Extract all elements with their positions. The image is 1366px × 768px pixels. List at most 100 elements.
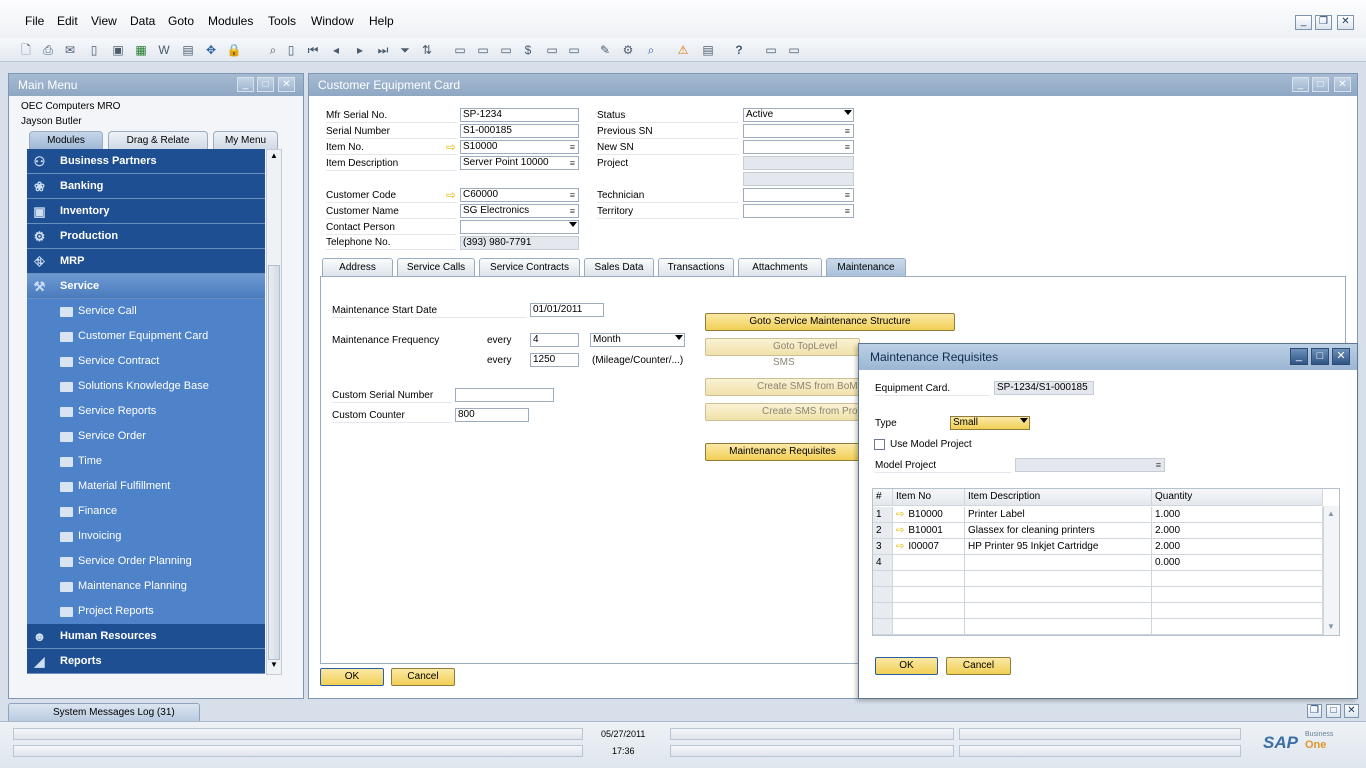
grid-cell[interactable]: ⇨ B10001 [893,523,965,539]
grid-header-row-number[interactable]: # [873,489,893,506]
menu-goto[interactable]: Goto [168,14,194,28]
app-minimize-icon[interactable]: _ [1295,15,1312,30]
create-sms-from-bom-button[interactable]: Create SMS from BoM [705,378,860,396]
app-close-icon[interactable]: ✕ [1337,15,1354,30]
target-document-icon[interactable]: ▭ [475,42,491,58]
service-item-customer-equipment-card[interactable]: Customer Equipment Card [27,324,265,349]
tab-address[interactable]: Address [322,258,393,276]
scroll-down-icon[interactable]: ▼ [268,660,280,672]
service-item-service-call[interactable]: Service Call [27,299,265,324]
list-icon[interactable]: ≡ [570,205,575,217]
field-item-no[interactable]: S10000 ≡ [460,140,579,154]
field-contact-person[interactable] [460,220,579,234]
module-banking[interactable]: ❀ Banking [27,174,265,199]
print-icon[interactable]: ⎙ [40,42,56,58]
module-service[interactable]: ⚒ Service [27,274,265,299]
scroll-thumb[interactable] [268,265,280,660]
tab-service-calls[interactable]: Service Calls [397,258,475,276]
field-territory[interactable]: ≡ [743,204,854,218]
main-menu-minimize-icon[interactable]: _ [237,77,254,92]
list-icon[interactable]: ≡ [1156,459,1161,471]
messages-close-icon[interactable]: ✕ [1344,704,1359,718]
field-type[interactable]: Small [950,416,1030,430]
email-icon[interactable]: ✉ [62,42,78,58]
service-item-project-reports[interactable]: Project Reports [27,599,265,624]
sms-icon[interactable]: ▯ [86,42,102,58]
dropdown-arrow-icon[interactable] [844,110,852,115]
dialog-ok-button[interactable]: OK [875,657,938,675]
previous-record-icon[interactable]: ◂ [328,42,344,58]
word-icon[interactable]: W [156,42,172,58]
form-settings-icon[interactable]: ▭ [786,42,802,58]
scroll-up-icon[interactable]: ▲ [268,151,280,163]
grid-cell[interactable] [893,555,965,571]
gross-profit-icon[interactable]: ▭ [544,42,560,58]
grid-header-quantity[interactable]: Quantity [1152,489,1323,506]
item-link-arrow-icon[interactable]: ⇨ [446,141,458,153]
grid-cell[interactable]: Printer Label [965,507,1152,523]
excel-icon[interactable]: ▦ [133,42,149,58]
field-customer-name[interactable]: SG Electronics ≡ [460,204,579,218]
field-status[interactable]: Active [743,108,854,122]
list-icon[interactable]: ≡ [845,189,850,201]
grid-cell[interactable] [893,619,965,635]
last-record-icon[interactable]: ⏭ [375,42,391,58]
card-maximize-icon[interactable]: □ [1312,77,1329,92]
messages-restore-icon[interactable]: ❐ [1307,704,1322,718]
field-frequency-value[interactable]: 4 [530,333,579,347]
use-model-project-checkbox[interactable] [874,439,885,450]
grid-cell[interactable]: Glassex for cleaning printers [965,523,1152,539]
list-icon[interactable]: ≡ [845,205,850,217]
messages-maximize-icon[interactable]: □ [1326,704,1341,718]
field-maintenance-start-date[interactable]: 01/01/2011 [530,303,604,317]
grid-cell[interactable] [893,571,965,587]
grid-header-item-no[interactable]: Item No [893,489,965,506]
tab-attachments[interactable]: Attachments [738,258,822,276]
fax-icon[interactable]: ▣ [110,42,126,58]
lock-screen-icon[interactable]: 🔒 [226,42,242,58]
card-cancel-button[interactable]: Cancel [391,668,455,686]
edit-icon[interactable]: ✎ [597,42,613,58]
field-frequency-unit[interactable]: Month [590,333,685,347]
launch-app-icon[interactable]: ✥ [203,42,219,58]
app-restore-icon[interactable]: ❐ [1315,15,1332,30]
card-minimize-icon[interactable]: _ [1292,77,1309,92]
menu-edit[interactable]: Edit [57,14,78,28]
list-icon[interactable]: ≡ [845,141,850,153]
grid-cell[interactable] [893,587,965,603]
grid-cell[interactable] [965,571,1152,587]
alert-icon[interactable]: ⚠ [675,42,691,58]
sort-icon[interactable]: ⇅ [419,42,435,58]
dialog-maximize-icon[interactable]: □ [1311,348,1329,365]
grid-cell[interactable] [1152,571,1323,587]
menu-tools[interactable]: Tools [268,14,296,28]
field-serial-number[interactable]: S1-000185 [460,124,579,138]
module-reports[interactable]: ◢ Reports [27,649,265,674]
grid-scroll-down-icon[interactable]: ▼ [1327,622,1335,631]
service-item-time[interactable]: Time [27,449,265,474]
menu-file[interactable]: File [25,14,44,28]
tab-service-contracts[interactable]: Service Contracts [479,258,580,276]
base-document-icon[interactable]: ▭ [452,42,468,58]
grid-cell[interactable] [965,587,1152,603]
grid-cell[interactable] [1152,619,1323,635]
menu-modules[interactable]: Modules [208,14,253,28]
service-item-material-fulfillment[interactable]: Material Fulfillment [27,474,265,499]
dialog-close-icon[interactable]: ✕ [1332,348,1350,365]
list-icon[interactable]: ≡ [845,125,850,137]
menu-view[interactable]: View [91,14,117,28]
grid-cell[interactable] [965,619,1152,635]
grid-cell[interactable]: 1.000 [1152,507,1323,523]
grid-scrollbar[interactable]: ▲ ▼ [1323,506,1339,635]
tab-modules[interactable]: Modules [29,131,103,149]
grid-cell[interactable]: 0.000 [1152,555,1323,571]
module-inventory[interactable]: ▣ Inventory [27,199,265,224]
item-link-arrow-icon[interactable]: ⇨ [896,525,904,536]
settings-icon[interactable]: ⚙ [620,42,636,58]
service-item-service-order-planning[interactable]: Service Order Planning [27,549,265,574]
grid-cell[interactable] [1152,587,1323,603]
grid-cell[interactable]: 2.000 [1152,523,1323,539]
tab-transactions[interactable]: Transactions [658,258,734,276]
menu-help[interactable]: Help [369,14,394,28]
main-menu-close-icon[interactable]: ✕ [278,77,295,92]
